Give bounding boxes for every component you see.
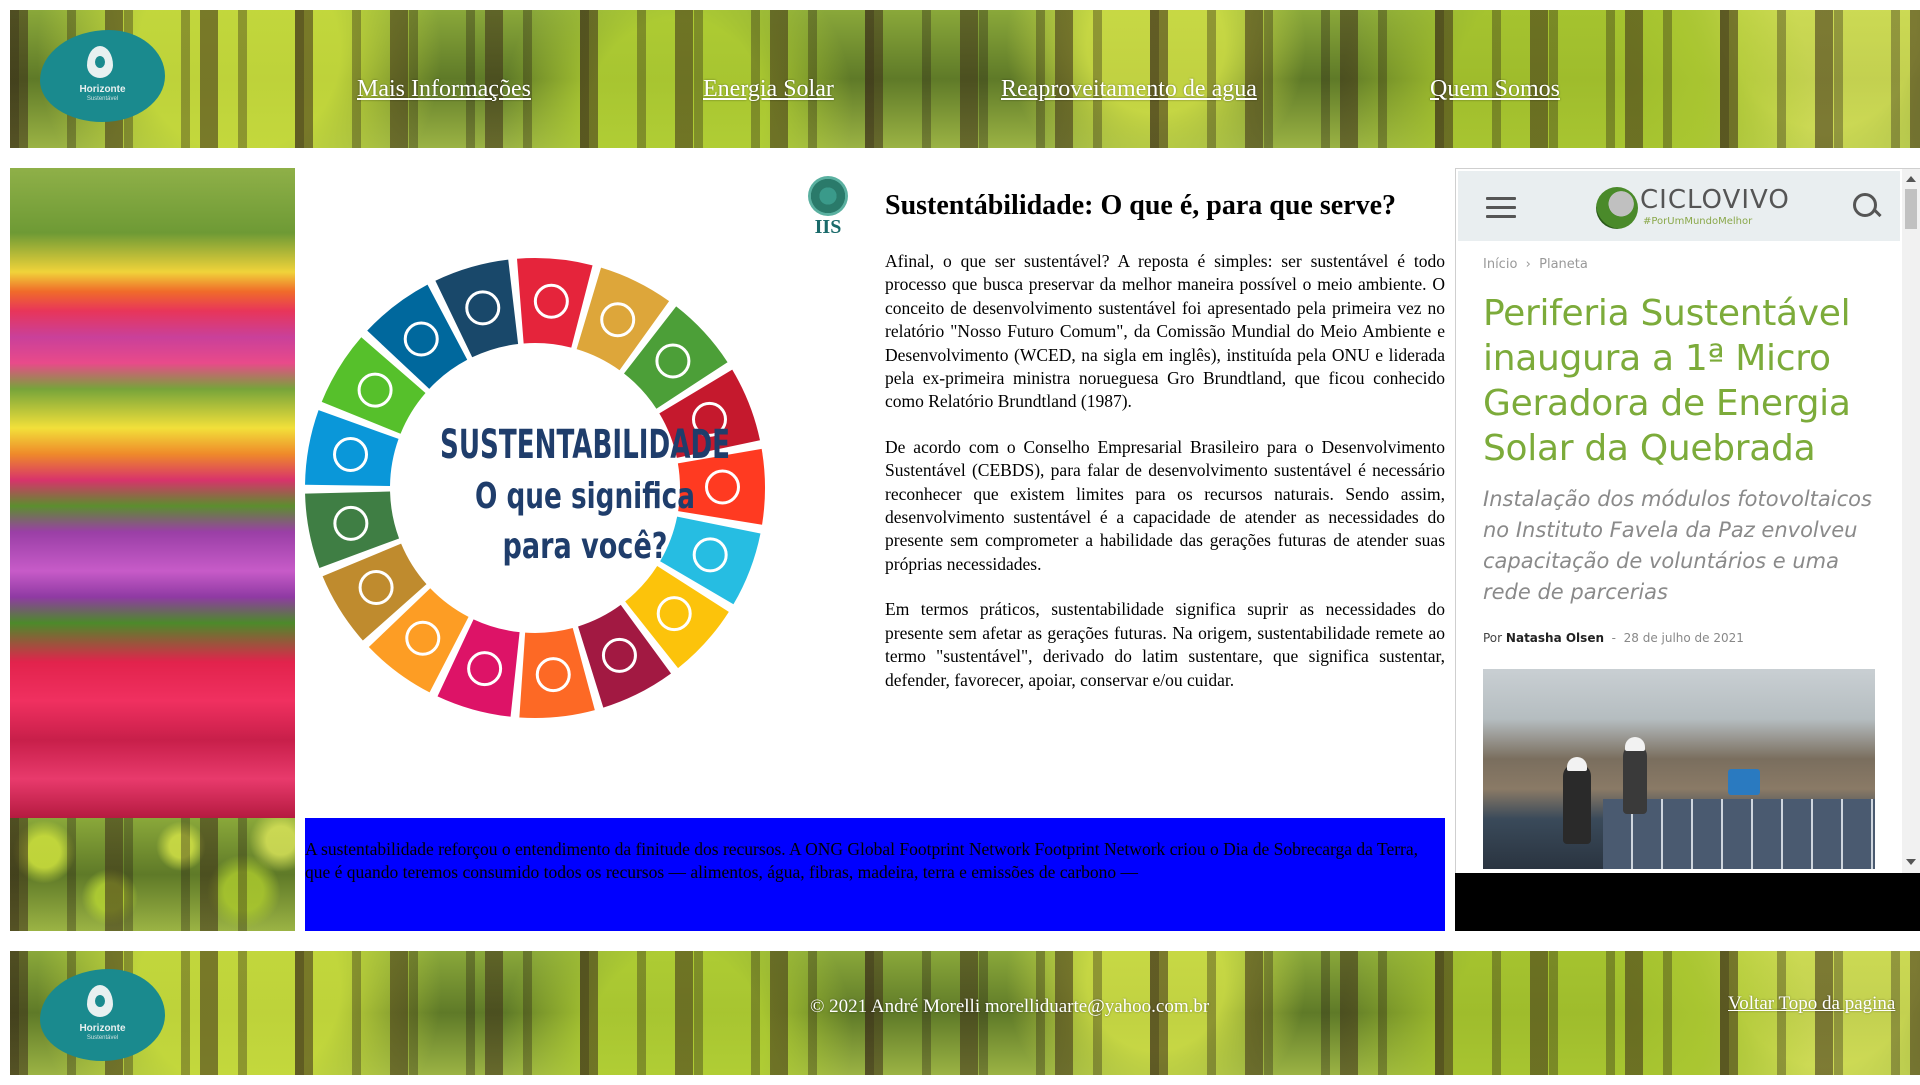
ciclovivo-embed[interactable]: CICLOVIVO #PorUmMundoMelhor Início › Pla…: [1455, 168, 1920, 875]
hamburger-menu-icon[interactable]: [1486, 197, 1516, 219]
ciclovivo-topbar: CICLOVIVO #PorUmMundoMelhor: [1458, 171, 1900, 241]
nav-link-mais-informacoes[interactable]: Mais Informações: [357, 76, 531, 103]
breadcrumb: Início › Planeta: [1483, 257, 1588, 272]
logo-name: Horizonte: [79, 84, 126, 95]
highlight-box-text: A sustentabilidade reforçou o entendimen…: [305, 839, 1419, 882]
breadcrumb-home[interactable]: Início: [1483, 257, 1517, 272]
horizonte-logo[interactable]: Horizonte Sustentável: [40, 30, 165, 122]
iis-emblem-icon: [808, 176, 848, 216]
water-drop-icon: [87, 985, 113, 1017]
breadcrumb-section[interactable]: Planeta: [1539, 257, 1588, 272]
ciclovivo-brand[interactable]: CICLOVIVO: [1640, 185, 1790, 215]
solar-installation-photo: [1483, 669, 1875, 869]
wheel-center: [393, 346, 677, 630]
footer-logo-name: Horizonte: [79, 1023, 126, 1034]
ciclovivo-logo-icon[interactable]: [1596, 187, 1638, 229]
scroll-down-arrow-icon[interactable]: [1906, 859, 1916, 865]
iis-logo: IIS: [805, 176, 851, 248]
author-name[interactable]: Natasha Olsen: [1506, 631, 1604, 645]
flower-garden-image: [10, 168, 295, 818]
highlight-box: A sustentabilidade reforçou o entendimen…: [305, 818, 1445, 931]
embed-scrollbar[interactable]: [1902, 169, 1920, 874]
ciclovivo-article-excerpt: Instalação dos módulos fotovoltaicos no …: [1483, 487, 1872, 604]
article-title: Sustentábilidade: O que é, para que serv…: [885, 190, 1397, 221]
scrollbar-thumb[interactable]: [1905, 189, 1917, 229]
iis-label: IIS: [814, 216, 842, 238]
site-footer: Horizonte Sustentável © 2021 André Morel…: [10, 951, 1920, 1075]
footer-logo-subtitle: Sustentável: [86, 1035, 119, 1041]
water-drop-icon: [87, 46, 113, 78]
byline-separator: -: [1611, 631, 1616, 645]
search-icon[interactable]: [1853, 193, 1883, 223]
breadcrumb-separator: ›: [1525, 257, 1531, 272]
back-to-top-link[interactable]: Voltar Topo da pagina: [1728, 993, 1895, 1015]
ciclovivo-article-title[interactable]: Periferia Sustentável inaugura a 1ª Micr…: [1483, 291, 1883, 471]
forest-background-tile: [10, 818, 295, 931]
site-header: Horizonte Sustentável Mais Informações E…: [10, 10, 1920, 148]
article-paragraph-1: Afinal, o que ser sustentável? A reposta…: [885, 251, 1445, 412]
sdg-wheel: [305, 258, 765, 719]
nav-link-energia-solar[interactable]: Energia Solar: [703, 76, 834, 103]
sdg-segment-5: [677, 448, 765, 525]
main-article: Sustentábilidade: O que é, para que serv…: [885, 190, 1445, 714]
article-paragraph-3: Em termos práticos, sustentabilidade sig…: [885, 599, 1445, 690]
footer-horizonte-logo[interactable]: Horizonte Sustentável: [40, 969, 165, 1061]
scroll-up-arrow-icon[interactable]: [1906, 176, 1916, 182]
article-paragraph-2: De acordo com o Conselho Empresarial Bra…: [885, 436, 1445, 574]
nav-link-reaproveitamento-agua[interactable]: Reaproveitamento de agua: [1001, 76, 1257, 103]
nav-link-quem-somos[interactable]: Quem Somos: [1430, 76, 1560, 103]
copyright-text: © 2021 André Morelli morelliduarte@yahoo…: [810, 996, 1210, 1017]
embed-bottom-bar: [1455, 873, 1920, 931]
byline-prefix: Por: [1483, 631, 1503, 645]
sustainability-wheel-image: SUSTENTABILIDADE O que significa para vo…: [305, 168, 865, 804]
logo-subtitle: Sustentável: [86, 96, 119, 102]
publish-date: 28 de julho de 2021: [1623, 631, 1744, 645]
ciclovivo-tagline: #PorUmMundoMelhor: [1643, 216, 1753, 227]
ciclovivo-byline: Por Natasha Olsen - 28 de julho de 2021: [1483, 631, 1744, 645]
